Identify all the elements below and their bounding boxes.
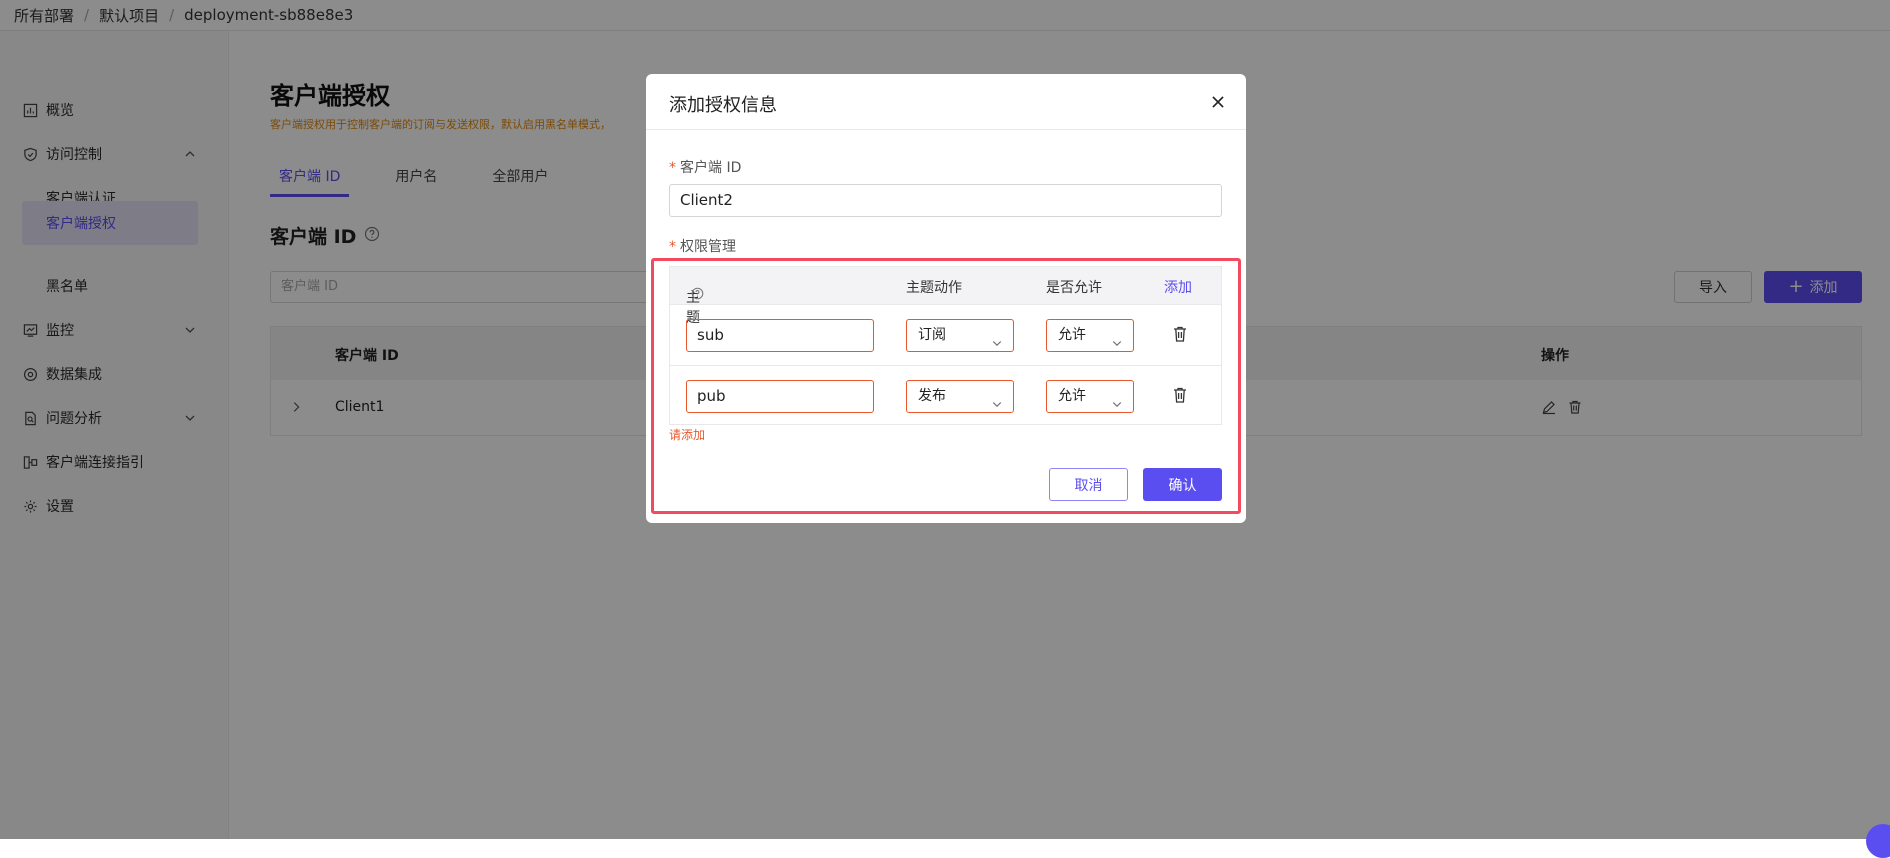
validation-error: 请添加 [669,428,706,442]
permission-row: pub 发布 允许 [670,365,1221,426]
required-marker: * [669,239,676,255]
delete-icon[interactable] [1172,386,1188,404]
delete-icon[interactable] [1172,325,1188,343]
chevron-down-icon [1111,330,1123,347]
permission-label: * 权限管理 [669,236,736,256]
chevron-down-icon [1111,391,1123,408]
chevron-down-icon [991,330,1003,347]
client-id-label: * 客户端 ID [669,157,741,177]
allow-select-value: 允许 [1058,388,1086,404]
topic-input[interactable]: pub [686,380,874,413]
confirm-button[interactable]: 确认 [1143,468,1222,501]
add-permission-link[interactable]: 添加 [1164,277,1192,297]
close-icon[interactable] [1209,93,1227,111]
permission-row: sub 订阅 允许 [670,304,1221,365]
action-select-value: 订阅 [918,327,946,343]
action-select[interactable]: 订阅 [906,319,1014,352]
dialog-title: 添加授权信息 [669,95,777,116]
action-select[interactable]: 发布 [906,380,1014,413]
allow-select-value: 允许 [1058,327,1086,343]
client-id-field[interactable]: Client2 [669,184,1222,217]
required-marker: * [669,160,676,176]
action-select-value: 发布 [918,388,946,404]
permission-label-text: 权限管理 [680,239,736,255]
help-icon[interactable] [691,287,704,300]
chevron-down-icon [991,391,1003,408]
allow-select[interactable]: 允许 [1046,319,1134,352]
column-header-action: 主题动作 [906,280,962,296]
dialog-header: 添加授权信息 [646,74,1246,130]
cancel-button[interactable]: 取消 [1049,468,1128,501]
permission-table: 主题 主题动作 是否允许 添加 sub 订阅 允许 pub 发布 允许 [669,266,1222,425]
add-authorization-dialog: 添加授权信息 * 客户端 ID Client2 * 权限管理 主题 主题动作 是否允… [646,74,1246,523]
allow-select[interactable]: 允许 [1046,380,1134,413]
help-chat-icon[interactable] [1866,824,1890,858]
column-header-allow: 是否允许 [1046,280,1102,296]
permission-table-header: 主题 主题动作 是否允许 添加 [670,267,1221,326]
client-id-label-text: 客户端 ID [680,160,742,176]
topic-input[interactable]: sub [686,319,874,352]
